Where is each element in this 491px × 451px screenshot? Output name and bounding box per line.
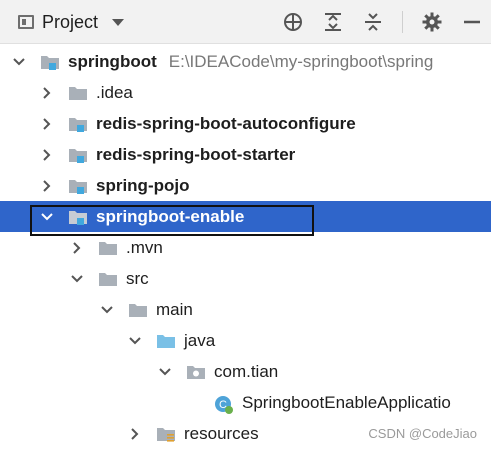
gear-icon[interactable]	[421, 11, 443, 33]
tree-label: com.tian	[214, 361, 279, 381]
tree-row-spring-pojo[interactable]: spring-pojo	[0, 170, 491, 201]
project-tool-window: Project springboot E:\IDEACode\my-spring…	[0, 0, 491, 451]
tree-row-springboot-enable[interactable]: springboot-enable	[0, 201, 491, 232]
tree-row-redis-starter[interactable]: redis-spring-boot-starter	[0, 139, 491, 170]
tree-label: redis-spring-boot-starter	[96, 144, 296, 164]
tree-label: src	[126, 268, 149, 288]
spring-class-icon: C	[214, 395, 234, 414]
minimize-icon[interactable]	[461, 11, 483, 33]
chevron-right-icon[interactable]	[40, 148, 54, 162]
tree-row-springboot[interactable]: springboot E:\IDEACode\my-springboot\spr…	[0, 46, 491, 77]
module-folder-icon	[40, 54, 60, 70]
tree-label: springboot	[68, 51, 157, 71]
chevron-right-icon[interactable]	[40, 86, 54, 100]
tree-label: .mvn	[126, 237, 163, 257]
module-folder-icon	[68, 178, 88, 194]
tree-row-idea[interactable]: .idea	[0, 77, 491, 108]
tree-label: main	[156, 299, 193, 319]
chevron-right-icon[interactable]	[40, 117, 54, 131]
resources-folder-icon	[156, 426, 176, 442]
tree-row-com-tian[interactable]: com.tian	[0, 356, 491, 387]
source-folder-icon	[156, 333, 176, 349]
module-folder-icon	[68, 147, 88, 163]
tree-label: java	[184, 330, 216, 350]
header-toolbar	[282, 10, 483, 34]
tree-label: spring-pojo	[96, 175, 190, 195]
tree-label: springboot-enable	[96, 206, 245, 226]
tree-row-redis-autoconfigure[interactable]: redis-spring-boot-autoconfigure	[0, 108, 491, 139]
module-folder-icon	[68, 116, 88, 132]
chevron-right-icon[interactable]	[128, 427, 142, 441]
tree-row-main[interactable]: main	[0, 294, 491, 325]
tree-label: redis-spring-boot-autoconfigure	[96, 113, 356, 133]
tree-label: SpringbootEnableApplicatio	[242, 392, 451, 412]
chevron-down-icon[interactable]	[40, 210, 54, 224]
expand-all-icon[interactable]	[322, 11, 344, 33]
tree-row-mvn[interactable]: .mvn	[0, 232, 491, 263]
tree-row-java[interactable]: java	[0, 325, 491, 356]
chevron-down-icon[interactable]	[100, 303, 114, 317]
folder-icon	[98, 271, 118, 287]
toolbar-separator	[402, 11, 403, 33]
watermark: CSDN @CodeJiao	[368, 426, 477, 441]
chevron-down-icon[interactable]	[112, 18, 125, 26]
project-view-selector[interactable]: Project	[18, 10, 125, 34]
tool-window-header: Project	[0, 0, 491, 44]
module-folder-icon	[68, 209, 88, 225]
tree-row-src[interactable]: src	[0, 263, 491, 294]
tree-label: resources	[184, 423, 259, 443]
locate-icon[interactable]	[282, 11, 304, 33]
package-icon	[186, 364, 206, 380]
chevron-down-icon[interactable]	[70, 272, 84, 286]
folder-icon	[68, 85, 88, 101]
collapse-all-icon[interactable]	[362, 11, 384, 33]
folder-icon	[128, 302, 148, 318]
project-window-icon	[18, 15, 34, 29]
folder-icon	[98, 240, 118, 256]
chevron-down-icon[interactable]	[128, 334, 142, 348]
project-path: E:\IDEACode\my-springboot\spring	[168, 51, 434, 71]
chevron-right-icon[interactable]	[70, 241, 84, 255]
tool-window-title: Project	[42, 11, 99, 32]
tree-label: .idea	[96, 82, 133, 102]
tree-row-springboot-enable-application[interactable]: C SpringbootEnableApplicatio	[0, 387, 491, 418]
chevron-down-icon[interactable]	[12, 55, 26, 69]
chevron-right-icon[interactable]	[40, 179, 54, 193]
chevron-down-icon[interactable]	[158, 365, 172, 379]
